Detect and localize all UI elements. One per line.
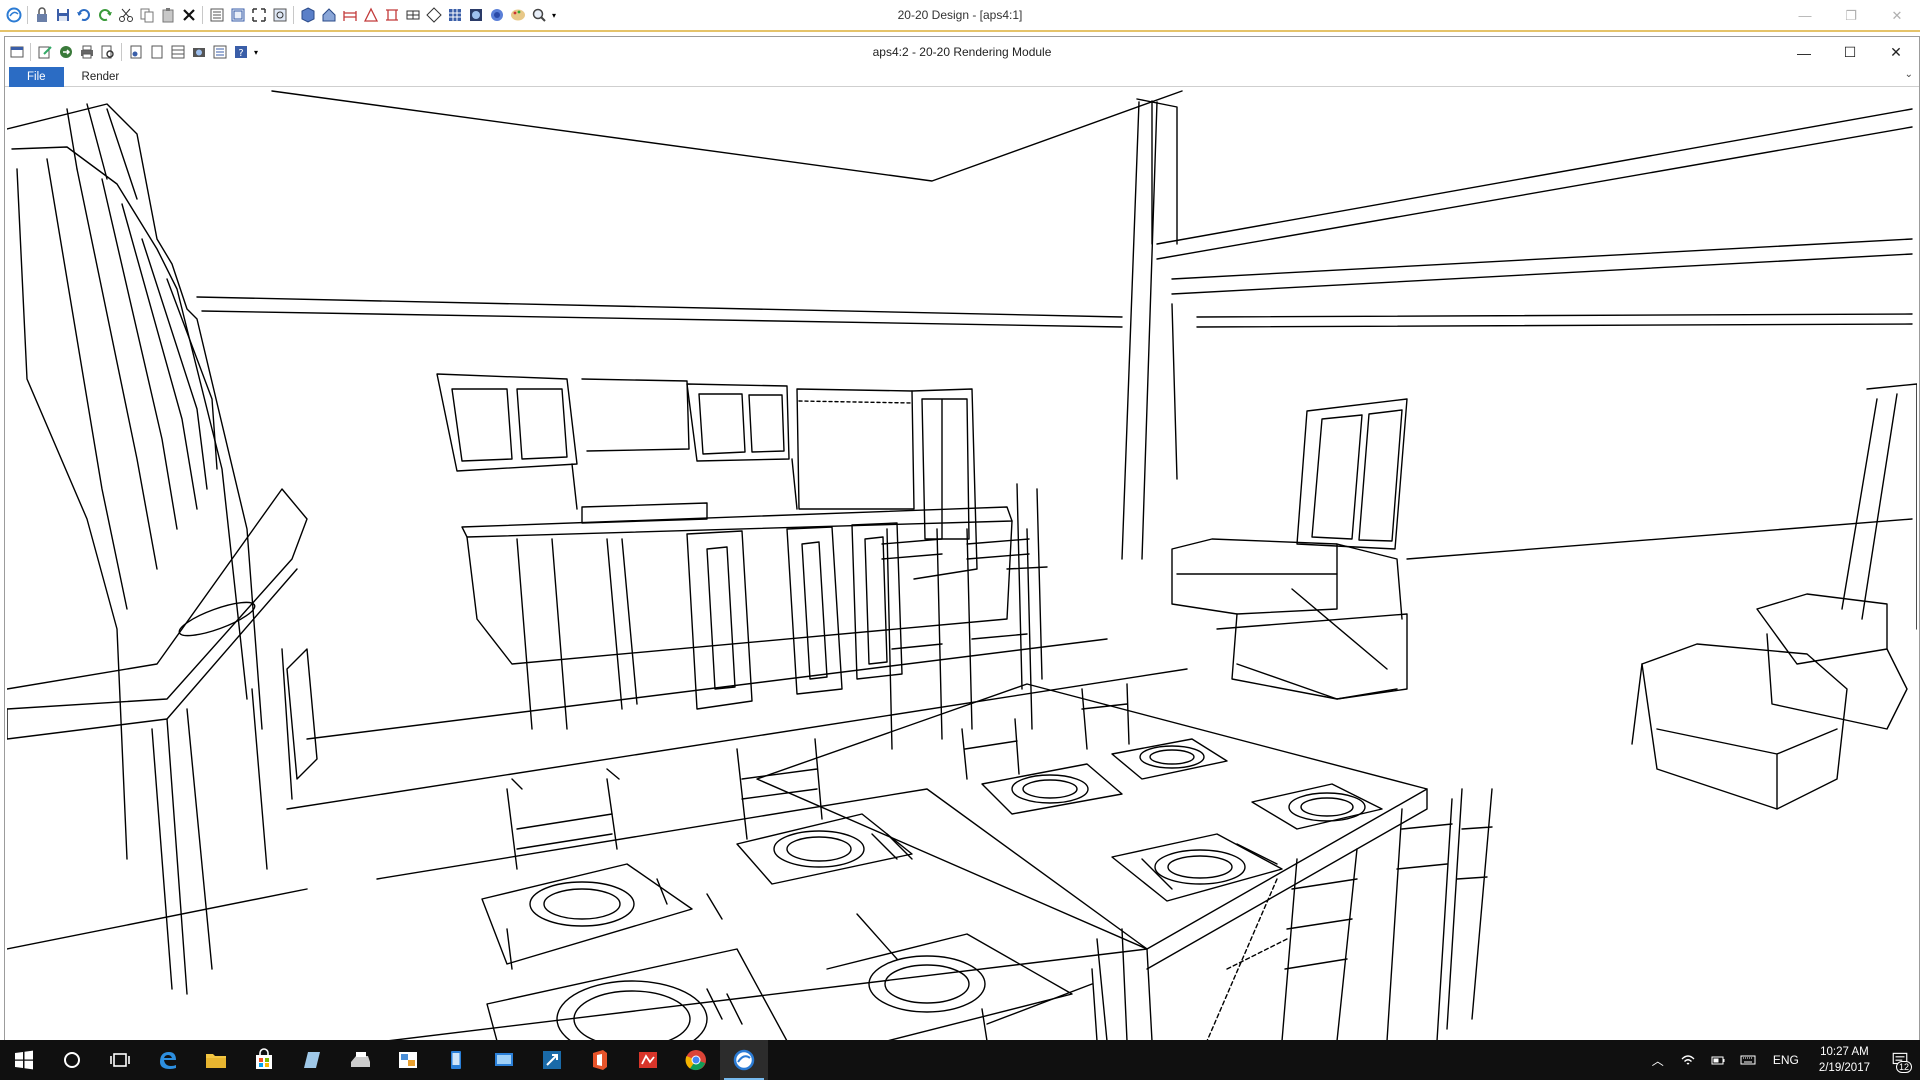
edge-icon[interactable] — [144, 1040, 192, 1080]
print-icon[interactable] — [77, 43, 96, 62]
task-view-icon[interactable] — [96, 1040, 144, 1080]
cube-view-icon[interactable] — [298, 6, 317, 25]
zoom-icon[interactable] — [529, 6, 548, 25]
module-close-button[interactable]: ✕ — [1873, 37, 1919, 68]
layout-icon[interactable] — [228, 6, 247, 25]
plan-icon[interactable] — [382, 6, 401, 25]
system-tray: ︿ ENG 10:27 AM 2/19/2017 12 — [1643, 1040, 1920, 1080]
print-icon[interactable] — [336, 1040, 384, 1080]
undo-icon[interactable] — [74, 6, 93, 25]
module-minimize-button[interactable]: — — [1781, 37, 1827, 68]
notification-count: 12 — [1895, 1061, 1912, 1073]
elevation-icon[interactable] — [340, 6, 359, 25]
ribbon-expand-icon[interactable]: ⌄ — [1905, 69, 1913, 80]
copy-image-icon[interactable] — [168, 43, 187, 62]
sphere-icon[interactable] — [466, 6, 485, 25]
settings-icon[interactable] — [210, 43, 229, 62]
module-maximize-button[interactable]: ☐ — [1827, 37, 1873, 68]
2020-app-icon[interactable] — [720, 1040, 768, 1080]
menu-bar: File Render ⌄ — [5, 66, 1919, 87]
wifi-icon[interactable] — [1673, 1040, 1703, 1080]
battery-icon[interactable] — [1703, 1040, 1733, 1080]
menu-render[interactable]: Render — [64, 67, 138, 87]
menu-file[interactable]: File — [9, 66, 64, 87]
paint-icon[interactable] — [528, 1040, 576, 1080]
help-icon[interactable]: ? — [231, 43, 250, 62]
phone-icon[interactable] — [432, 1040, 480, 1080]
title-accent-line — [0, 30, 1920, 32]
close-button[interactable]: ✕ — [1874, 0, 1920, 31]
palette-icon[interactable] — [487, 6, 506, 25]
start-icon[interactable] — [0, 1040, 48, 1080]
window-icon[interactable] — [7, 43, 26, 62]
module-toolbar: ? ▾ — [5, 43, 260, 62]
module-title-bar: ? ▾ aps4:2 - 20-20 Rendering Module — ☐ … — [5, 37, 1919, 67]
more-icon[interactable]: ▾ — [550, 6, 558, 25]
app-logo-icon[interactable] — [4, 6, 23, 25]
paint-icon[interactable] — [508, 6, 527, 25]
taskbar: ︿ ENG 10:27 AM 2/19/2017 12 — [0, 1040, 1920, 1080]
store-icon[interactable] — [240, 1040, 288, 1080]
file-explorer-icon[interactable] — [192, 1040, 240, 1080]
edit-icon[interactable] — [35, 43, 54, 62]
house-view-icon[interactable] — [319, 6, 338, 25]
clock[interactable]: 10:27 AM 2/19/2017 — [1809, 1044, 1880, 1076]
notepad-icon[interactable] — [288, 1040, 336, 1080]
quick-access-toolbar: ▾ — [0, 0, 558, 31]
copy-icon[interactable] — [137, 6, 156, 25]
save-icon[interactable] — [53, 6, 72, 25]
more-icon[interactable]: ▾ — [252, 43, 260, 62]
page-icon[interactable] — [126, 43, 145, 62]
rendering-module-window: ? ▾ aps4:2 - 20-20 Rendering Module — ☐ … — [4, 36, 1920, 1043]
restore-button[interactable]: ❐ — [1828, 0, 1874, 31]
module-title: aps4:2 - 20-20 Rendering Module — [872, 45, 1052, 59]
perspective-icon[interactable] — [361, 6, 380, 25]
office-icon[interactable] — [576, 1040, 624, 1080]
fit-icon[interactable] — [249, 6, 268, 25]
minimize-button[interactable]: — — [1782, 0, 1828, 31]
kitchen-dining-rendering — [7, 90, 1917, 1041]
action-center-button[interactable]: 12 — [1880, 1040, 1920, 1080]
camera-icon[interactable] — [189, 43, 208, 62]
render-viewport[interactable] — [7, 89, 1917, 1041]
delete-icon[interactable] — [179, 6, 198, 25]
grid-icon[interactable] — [424, 6, 443, 25]
svg-text:?: ? — [238, 48, 243, 59]
clock-time: 10:27 AM — [1820, 1046, 1869, 1058]
keyboard-icon[interactable] — [1733, 1040, 1763, 1080]
dimension-icon[interactable] — [403, 6, 422, 25]
cortana-icon[interactable] — [48, 1040, 96, 1080]
photos-icon[interactable] — [384, 1040, 432, 1080]
redo-icon[interactable] — [95, 6, 114, 25]
cut-icon[interactable] — [116, 6, 135, 25]
export-icon[interactable] — [56, 43, 75, 62]
2020-design-icon[interactable] — [624, 1040, 672, 1080]
page-setup-icon[interactable] — [147, 43, 166, 62]
paste-icon[interactable] — [158, 6, 177, 25]
chevron-up-icon[interactable]: ︿ — [1643, 1040, 1673, 1080]
remote-icon[interactable] — [480, 1040, 528, 1080]
module-window-controls: — ☐ ✕ — [1781, 37, 1919, 67]
render-icon[interactable] — [445, 6, 464, 25]
catalog-icon[interactable] — [207, 6, 226, 25]
language-indicator[interactable]: ENG — [1763, 1053, 1809, 1067]
app-title-bar: ▾ 20-20 Design - [aps4:1] — ❐ ✕ — [0, 0, 1920, 32]
clock-date: 2/19/2017 — [1818, 1062, 1870, 1074]
chrome-icon[interactable] — [672, 1040, 720, 1080]
lock-icon[interactable] — [32, 6, 51, 25]
app-window-controls: — ❐ ✕ — [1782, 0, 1920, 31]
print-preview-icon[interactable] — [98, 43, 117, 62]
zoom-window-icon[interactable] — [270, 6, 289, 25]
